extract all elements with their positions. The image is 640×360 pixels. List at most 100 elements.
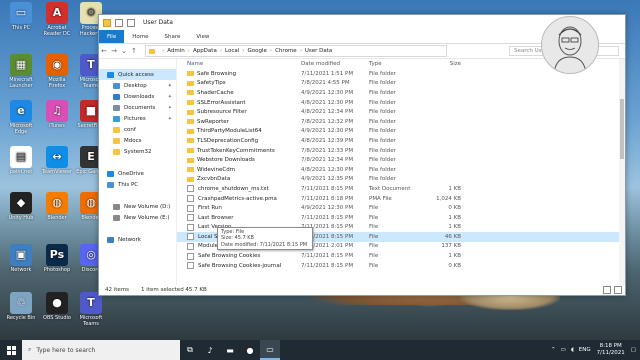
- red-app-icon[interactable]: ▬: [220, 340, 240, 360]
- column-date[interactable]: Date modified: [301, 61, 369, 67]
- address-bar[interactable]: › Admin › AppData › Local › Google › Chrome › User …: [145, 45, 447, 57]
- desktop-icon[interactable]: T Microsoft Teams: [74, 292, 108, 327]
- desktop-icon[interactable]: A Acrobat Reader DC: [40, 2, 74, 37]
- table-row[interactable]: SwReporter 7/8/2021 12:32 PM File folder: [177, 117, 625, 127]
- input-language[interactable]: ENG: [579, 347, 591, 353]
- tab-view[interactable]: View: [188, 30, 217, 43]
- nav-item[interactable]: Documents ✦: [99, 102, 176, 113]
- table-row[interactable]: TLSDeprecationConfig 4/8/2021 12:39 PM Fil…: [177, 136, 625, 146]
- breadcrumb-separator-icon[interactable]: ›: [300, 48, 302, 54]
- table-row[interactable]: Webstore Downloads 7/8/2021 12:34 PM File …: [177, 155, 625, 165]
- nav-item[interactable]: System32: [99, 146, 176, 157]
- desktop-icon[interactable]: Ps Photoshop: [40, 244, 74, 273]
- table-row[interactable]: First Run 4/9/2021 12:30 PM File 0 KB: [177, 203, 625, 213]
- nav-item[interactable]: OneDrive: [99, 168, 176, 179]
- nav-item[interactable]: New Volume (D:): [99, 201, 176, 212]
- nav-item[interactable]: conf: [99, 124, 176, 135]
- nav-item[interactable]: Network: [99, 234, 176, 245]
- network-icon[interactable]: ▭: [561, 347, 566, 353]
- file-type: File: [369, 253, 379, 260]
- recent-locations-icon[interactable]: ⌄: [119, 47, 129, 55]
- breadcrumb-segment[interactable]: Chrome: [275, 48, 297, 54]
- desktop-icon[interactable]: ♲ Recycle Bin: [4, 292, 38, 321]
- breadcrumb-separator-icon[interactable]: ›: [162, 48, 164, 54]
- table-row[interactable]: chrome_shutdown_ms.txt 7/11/2021 8:15 PM T…: [177, 184, 625, 194]
- table-row[interactable]: WidevineCdm 4/8/2021 12:30 PM File folder: [177, 165, 625, 175]
- nav-item[interactable]: Pictures ✦: [99, 113, 176, 124]
- tab-file[interactable]: File: [99, 30, 125, 43]
- desktop-icon[interactable]: ↔ TeamViewer: [40, 146, 74, 175]
- table-row[interactable]: Safe Browsing Cookies-journal 7/11/2021 8…: [177, 261, 625, 271]
- table-row[interactable]: CrashpadMetrics-active.pma 7/11/2021 8:18…: [177, 194, 625, 204]
- vertical-scrollbar[interactable]: [619, 59, 625, 285]
- notifications-icon[interactable]: ▢: [631, 347, 636, 353]
- nav-item[interactable]: Desktop ✦: [99, 80, 176, 91]
- desktop-icon[interactable]: ▦ Minecraft Launcher: [4, 54, 38, 89]
- nav-item[interactable]: This PC: [99, 179, 176, 190]
- up-arrow-icon[interactable]: ↑: [129, 47, 139, 55]
- desktop-icon[interactable]: ◉ Mozilla Firefox: [40, 54, 74, 89]
- desktop-icon[interactable]: ◍ Blender: [40, 192, 74, 221]
- desktop-icon[interactable]: ♫ iTunes: [40, 100, 74, 129]
- breadcrumb-separator-icon[interactable]: ›: [270, 48, 272, 54]
- app-icon: ▣: [10, 244, 32, 266]
- breadcrumb-segment[interactable]: User Data: [305, 48, 332, 54]
- file-date: 7/11/2021 8:15 PM: [301, 253, 354, 260]
- desktop-icon[interactable]: e Microsoft Edge: [4, 100, 38, 135]
- column-size[interactable]: Size: [425, 61, 461, 67]
- nav-item[interactable]: Downloads ✦: [99, 91, 176, 102]
- large-icons-view-icon[interactable]: [614, 286, 622, 294]
- breadcrumb-segment[interactable]: Local: [225, 48, 239, 54]
- table-row[interactable]: Subresource Filter 4/8/2021 12:34 PM File …: [177, 107, 625, 117]
- quick-access-toolbar-icon[interactable]: [115, 18, 123, 27]
- back-arrow-icon[interactable]: ←: [99, 47, 109, 55]
- desktop-icon[interactable]: ▤ paint.net: [4, 146, 38, 175]
- file-type: File folder: [369, 70, 396, 77]
- new-folder-icon[interactable]: [127, 18, 135, 27]
- file-name: chrome_shutdown_ms.txt: [198, 185, 269, 192]
- breadcrumb-segment[interactable]: Google: [248, 48, 267, 54]
- volume-icon[interactable]: ◖: [571, 347, 574, 353]
- details-view-icon[interactable]: [603, 286, 611, 294]
- nav-item[interactable]: Quick access: [99, 69, 176, 80]
- column-name[interactable]: Name: [177, 61, 301, 67]
- start-button[interactable]: [0, 340, 22, 360]
- column-type[interactable]: Type: [369, 61, 425, 67]
- task-view-icon[interactable]: ⧉: [180, 340, 200, 360]
- scrollbar-thumb[interactable]: [620, 99, 624, 159]
- breadcrumb-separator-icon[interactable]: ›: [242, 48, 244, 54]
- table-row[interactable]: Safe Browsing Cookies 7/11/2021 8:15 PM Fi…: [177, 251, 625, 261]
- table-row[interactable]: TrustTokenKeyCommitments 7/8/2021 12:33 P…: [177, 146, 625, 156]
- file-name: Safe Browsing Cookies: [198, 253, 261, 260]
- windows-logo-icon: [6, 345, 16, 355]
- obs-icon[interactable]: ●: [240, 340, 260, 360]
- table-row[interactable]: SSLErrorAssistant 4/8/2021 12:30 PM File f…: [177, 98, 625, 108]
- table-row[interactable]: SafetyTips 7/8/2021 4:55 PM File folder: [177, 79, 625, 89]
- nav-item[interactable]: Mdocs: [99, 135, 176, 146]
- app-icon: ♲: [10, 292, 32, 314]
- file-type: Text Document: [369, 185, 411, 192]
- folder-icon: [187, 90, 194, 96]
- breadcrumb-separator-icon[interactable]: ›: [220, 48, 222, 54]
- tab-home[interactable]: Home: [124, 30, 156, 43]
- table-row[interactable]: Last Browser 7/11/2021 8:15 PM File 1 KB: [177, 213, 625, 223]
- desktop-icon[interactable]: ◆ Unity Hub: [4, 192, 38, 221]
- nav-item[interactable]: New Volume (E:): [99, 212, 176, 223]
- clock[interactable]: 8:18 PM 7/11/2021: [597, 343, 625, 357]
- table-row[interactable]: ZxcvbnData 4/9/2021 12:35 PM File folder: [177, 175, 625, 185]
- desktop-icon[interactable]: ▭ This PC: [4, 2, 38, 31]
- file-type: File folder: [369, 137, 396, 144]
- desktop-icon[interactable]: ● OBS Studio: [40, 292, 74, 321]
- media-player-icon[interactable]: ♪: [200, 340, 220, 360]
- table-row[interactable]: ShaderCache 4/9/2021 12:30 PM File folder: [177, 88, 625, 98]
- breadcrumb-segment[interactable]: Admin: [167, 48, 185, 54]
- tab-share[interactable]: Share: [156, 30, 188, 43]
- breadcrumb-separator-icon[interactable]: ›: [188, 48, 190, 54]
- file-explorer-icon[interactable]: ▭: [260, 340, 280, 360]
- tray-chevron-icon[interactable]: ⌃: [551, 347, 556, 353]
- forward-arrow-icon[interactable]: →: [109, 47, 119, 55]
- taskbar-search-box[interactable]: ⌕ Type here to search: [22, 340, 180, 360]
- breadcrumb-segment[interactable]: AppData: [193, 48, 217, 54]
- desktop-icon[interactable]: ▣ Network: [4, 244, 38, 273]
- table-row[interactable]: ThirdPartyModuleList64 4/9/2021 12:30 PM F…: [177, 127, 625, 137]
